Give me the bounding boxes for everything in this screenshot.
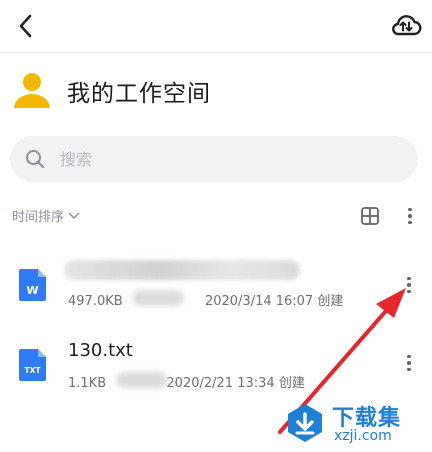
file-name-redacted <box>64 260 300 280</box>
grid-view-icon <box>361 207 379 225</box>
file-more-button[interactable] <box>396 272 422 298</box>
search-bar[interactable] <box>10 136 418 182</box>
file-meta: 1.1KB 2020/2/21 13:34 创建 <box>68 372 305 391</box>
cloud-transfer-icon <box>392 15 422 36</box>
chevron-left-icon <box>19 14 32 38</box>
watermark-url: xzji.com <box>334 428 392 444</box>
file-type-label: W <box>26 284 38 297</box>
grid-view-button[interactable] <box>358 204 382 228</box>
meta-redacted <box>132 290 184 306</box>
file-size: 1.1KB <box>68 376 107 391</box>
page-title: 我的工作空间 <box>67 81 211 107</box>
more-vertical-icon <box>407 276 411 294</box>
more-options-button[interactable] <box>398 204 422 228</box>
file-date: 2020/2/21 13:34 <box>166 376 275 391</box>
meta-redacted <box>116 372 168 388</box>
word-doc-icon: W <box>19 269 46 301</box>
more-vertical-icon <box>407 354 411 372</box>
file-size: 497.0KB <box>68 294 123 309</box>
file-type-label: TXT <box>24 366 41 375</box>
file-name: 130.txt <box>68 340 133 361</box>
more-vertical-icon <box>408 207 412 225</box>
workspace-header: 我的工作空间 <box>0 60 432 124</box>
sort-button[interactable]: 时间排序 <box>12 206 80 225</box>
file-row[interactable]: W 497.0KB 2020/3/14 16:07 创建 <box>0 252 432 332</box>
cloud-transfer-button[interactable] <box>386 6 426 46</box>
search-input[interactable] <box>60 144 400 174</box>
chevron-down-icon <box>68 212 80 219</box>
user-avatar-icon <box>14 73 50 108</box>
file-action: 创建 <box>278 376 305 391</box>
search-icon <box>26 150 45 169</box>
txt-file-icon: TXT <box>19 349 46 381</box>
sort-label: 时间排序 <box>12 210 65 225</box>
file-date: 2020/3/14 16:07 <box>204 294 314 309</box>
file-meta: 497.0KB 2020/3/14 16:07 创建 <box>68 290 343 309</box>
list-toolbar: 时间排序 <box>0 200 432 232</box>
file-action: 创建 <box>317 294 344 309</box>
top-bar <box>0 0 432 53</box>
back-button[interactable] <box>8 8 44 44</box>
file-more-button[interactable] <box>396 350 422 376</box>
watermark: 下载集 xzji.com <box>282 398 428 448</box>
download-logo-icon <box>288 404 322 442</box>
